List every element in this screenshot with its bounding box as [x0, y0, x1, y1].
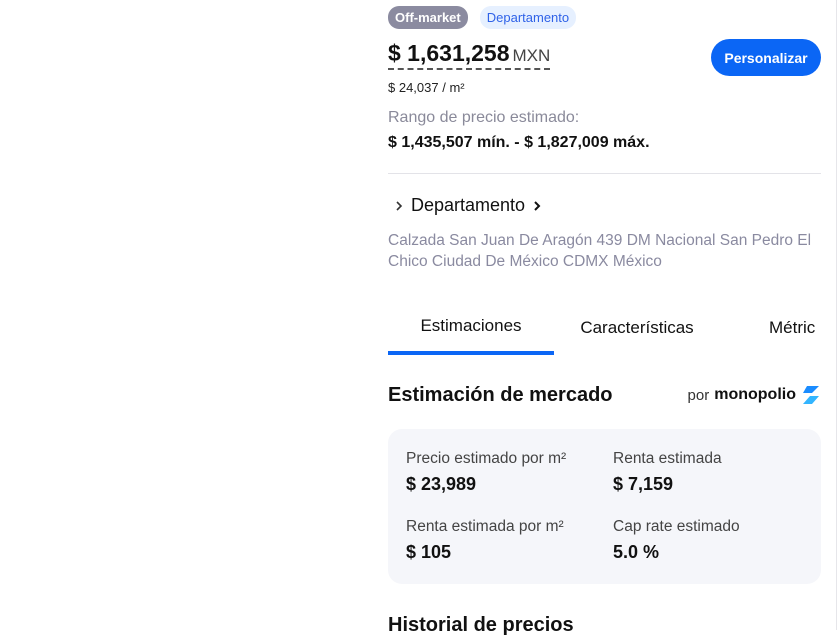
- metric: Renta estimada por m² $ 105: [406, 518, 564, 563]
- metric: Renta estimada $ 7,159: [613, 450, 722, 495]
- metric-value: $ 105: [406, 542, 452, 562]
- metric-value: 5.0 %: [613, 542, 660, 562]
- market-estimates-card: Precio estimado por m² $ 23,989 Renta est…: [388, 429, 821, 584]
- price-history-title: Historial de precios: [388, 614, 574, 636]
- price-value: $ 1,631,258: [388, 40, 510, 66]
- por-label: por: [687, 386, 710, 404]
- metric-value: $ 23,989: [406, 474, 477, 494]
- property-type-link[interactable]: Departamento: [393, 195, 543, 216]
- badges: Off-market Departamento: [388, 6, 577, 29]
- metric: Cap rate estimado 5.0 %: [613, 518, 740, 563]
- property-type: Departamento: [411, 195, 526, 215]
- section-title: Estimación de mercado: [388, 384, 613, 406]
- status-badge: Off-market: [388, 6, 468, 29]
- metric-value: $ 7,159: [613, 474, 674, 494]
- range-value: $ 1,435,507 mín. - $ 1,827,009 máx.: [388, 134, 650, 151]
- price[interactable]: $ 1,631,258 MXN: [388, 40, 551, 70]
- tabs: Estimaciones Características Métric: [388, 300, 821, 356]
- price-currency: MXN: [512, 46, 551, 65]
- chevron-right-icon: [396, 200, 403, 211]
- tab-metricas[interactable]: Métric: [720, 300, 821, 356]
- brand-name: monopolio: [714, 386, 796, 403]
- tab-caracteristicas[interactable]: Características: [554, 300, 720, 356]
- metric: Precio estimado por m² $ 23,989: [406, 450, 566, 495]
- tab-estimaciones[interactable]: Estimaciones: [388, 300, 554, 355]
- range-label: Rango de precio estimado:: [388, 109, 580, 126]
- address: Calzada San Juan De Aragón 439 DM Nacion…: [388, 232, 812, 270]
- personalizar-button[interactable]: Personalizar: [711, 39, 821, 76]
- metric-label: Precio estimado por m²: [406, 450, 567, 467]
- provider-attribution: por monopolio: [688, 385, 821, 405]
- metric-label: Renta estimada por m²: [406, 518, 564, 535]
- price-per-m2: $ 24,037 / m²: [388, 80, 465, 95]
- divider: [388, 173, 821, 174]
- metric-label: Renta estimada: [613, 450, 722, 467]
- metric-label: Cap rate estimado: [613, 518, 740, 535]
- scrollbar-track[interactable]: [836, 0, 837, 630]
- monopolio-logo-icon: [803, 386, 819, 404]
- type-badge: Departamento: [479, 6, 577, 29]
- chevron-right-icon: [534, 200, 541, 211]
